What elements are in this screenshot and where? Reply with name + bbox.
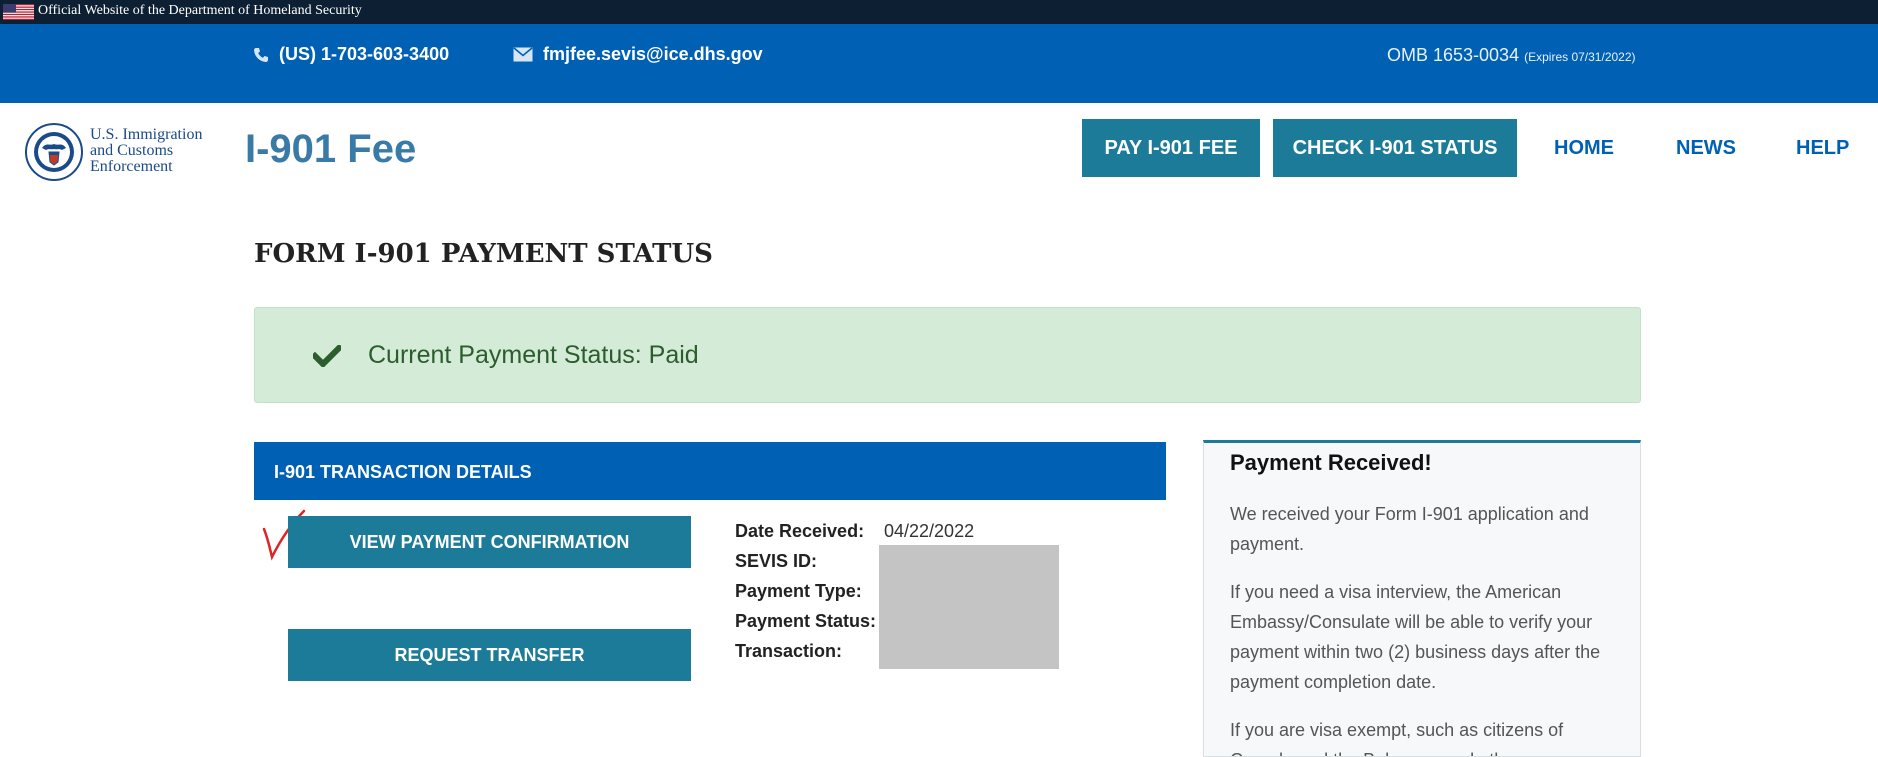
payment-type-label: Payment Type: (735, 581, 862, 601)
site-brand[interactable]: I-901 Fee (245, 127, 416, 172)
agency-name-line3: Enforcement (90, 158, 173, 175)
agency-name-line1: U.S. Immigration (90, 126, 203, 143)
gov-banner: Official Website of the Department of Ho… (0, 0, 1878, 24)
dhs-seal-icon[interactable] (24, 122, 84, 182)
nav-help-link[interactable]: HELP (1796, 137, 1849, 160)
contact-bar: (US) 1-703-603-3400 fmjfee.sevis@ice.dhs… (0, 24, 1878, 103)
email-contact[interactable]: fmjfee.sevis@ice.dhs.gov (513, 44, 763, 65)
payment-status-alert: Current Payment Status: Paid (254, 307, 1641, 403)
check-status-button[interactable]: CHECK I-901 STATUS (1273, 119, 1517, 177)
gov-banner-text: Official Website of the Department of Ho… (38, 3, 362, 18)
agency-name-line2: and Customs (90, 142, 174, 159)
page-title: FORM I-901 PAYMENT STATUS (254, 239, 713, 269)
payment-status-label: Payment Status: (735, 611, 877, 631)
date-received-value: 04/22/2022 (884, 521, 975, 541)
sevis-id-label: SEVIS ID: (735, 551, 818, 571)
pay-fee-button[interactable]: PAY I-901 FEE (1082, 119, 1260, 177)
transaction-details-header: I-901 TRANSACTION DETAILS (254, 442, 1166, 500)
nav-news-link[interactable]: NEWS (1676, 137, 1736, 160)
request-transfer-button[interactable]: REQUEST TRANSFER (288, 629, 691, 681)
panel-paragraph-1: We received your Form I-901 application … (1230, 504, 1589, 554)
date-received-label: Date Received: (735, 521, 865, 541)
omb-number: OMB 1653-0034 (Expires 07/31/2022) (1387, 45, 1636, 66)
phone-contact[interactable]: (US) 1-703-603-3400 (253, 44, 449, 65)
omb-code: OMB 1653-0034 (1387, 45, 1520, 65)
omb-expiry: (Expires 07/31/2022) (1524, 50, 1636, 64)
nav-home-link[interactable]: HOME (1554, 137, 1614, 160)
panel-title: Payment Received! (1230, 450, 1432, 475)
panel-paragraph-3: If you are visa exempt, such as citizens… (1230, 720, 1589, 756)
email-address: fmjfee.sevis@ice.dhs.gov (543, 44, 763, 64)
redacted-values-block (879, 545, 1059, 669)
panel-paragraph-2: If you need a visa interview, the Americ… (1230, 582, 1601, 692)
phone-number: (US) 1-703-603-3400 (279, 44, 450, 64)
envelope-icon (513, 47, 533, 62)
phone-icon (254, 47, 268, 62)
transaction-label: Transaction: (735, 641, 843, 661)
view-payment-confirmation-button[interactable]: VIEW PAYMENT CONFIRMATION (288, 516, 691, 568)
agency-name[interactable]: U.S. Immigration and Customs Enforcement (90, 127, 202, 175)
payment-received-panel: Payment Received! We received your Form … (1203, 440, 1641, 757)
us-flag-icon (3, 4, 34, 20)
checkmark-icon (313, 345, 341, 367)
payment-status-message: Current Payment Status: Paid (368, 341, 699, 369)
